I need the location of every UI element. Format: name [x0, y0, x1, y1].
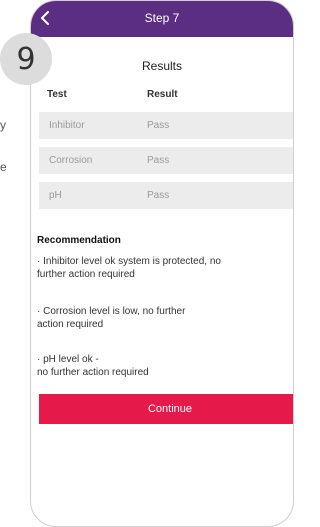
test-name: Corrosion — [49, 155, 93, 166]
step-number-badge: 9 — [0, 33, 52, 85]
test-result: Pass — [147, 190, 170, 201]
result-row: Inhibitor Pass — [39, 112, 293, 139]
test-result: Pass — [147, 120, 170, 131]
results-title: Results — [141, 59, 182, 73]
test-name: Inhibitor — [49, 120, 85, 131]
result-row: Corrosion Pass — [39, 147, 293, 174]
header-title: Step 7 — [144, 11, 180, 25]
continue-button[interactable]: Continue — [39, 394, 293, 424]
app-header: Step 7 — [31, 1, 293, 37]
recommendation-item: · Inhibitor level ok system is protected… — [37, 256, 221, 280]
test-result: Pass — [147, 155, 170, 166]
column-header-test: Test — [47, 89, 67, 100]
recommendation-heading: Recommendation — [37, 235, 121, 246]
phone-screen: Step 7 Results Test Result Inhibitor Pas… — [30, 0, 294, 527]
test-name: pH — [49, 190, 62, 201]
recommendation-item: · Corrosion level is low, no further act… — [37, 306, 186, 330]
background-text-fragment: y — [0, 118, 6, 132]
recommendation-item: · pH level ok - no further action requir… — [37, 354, 149, 378]
column-header-result: Result — [147, 89, 178, 100]
result-row: pH Pass — [39, 182, 293, 209]
background-text-fragment: e — [0, 160, 7, 174]
